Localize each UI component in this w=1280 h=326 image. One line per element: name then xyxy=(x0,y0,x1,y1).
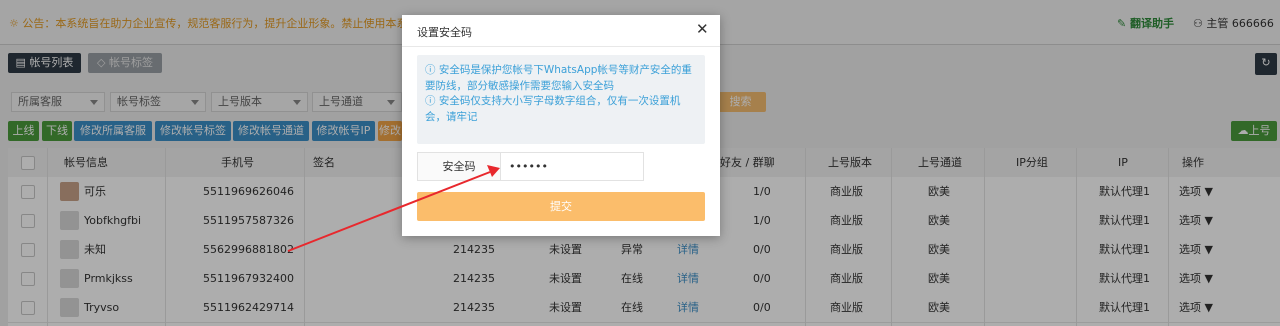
annotation-arrow xyxy=(287,165,500,252)
